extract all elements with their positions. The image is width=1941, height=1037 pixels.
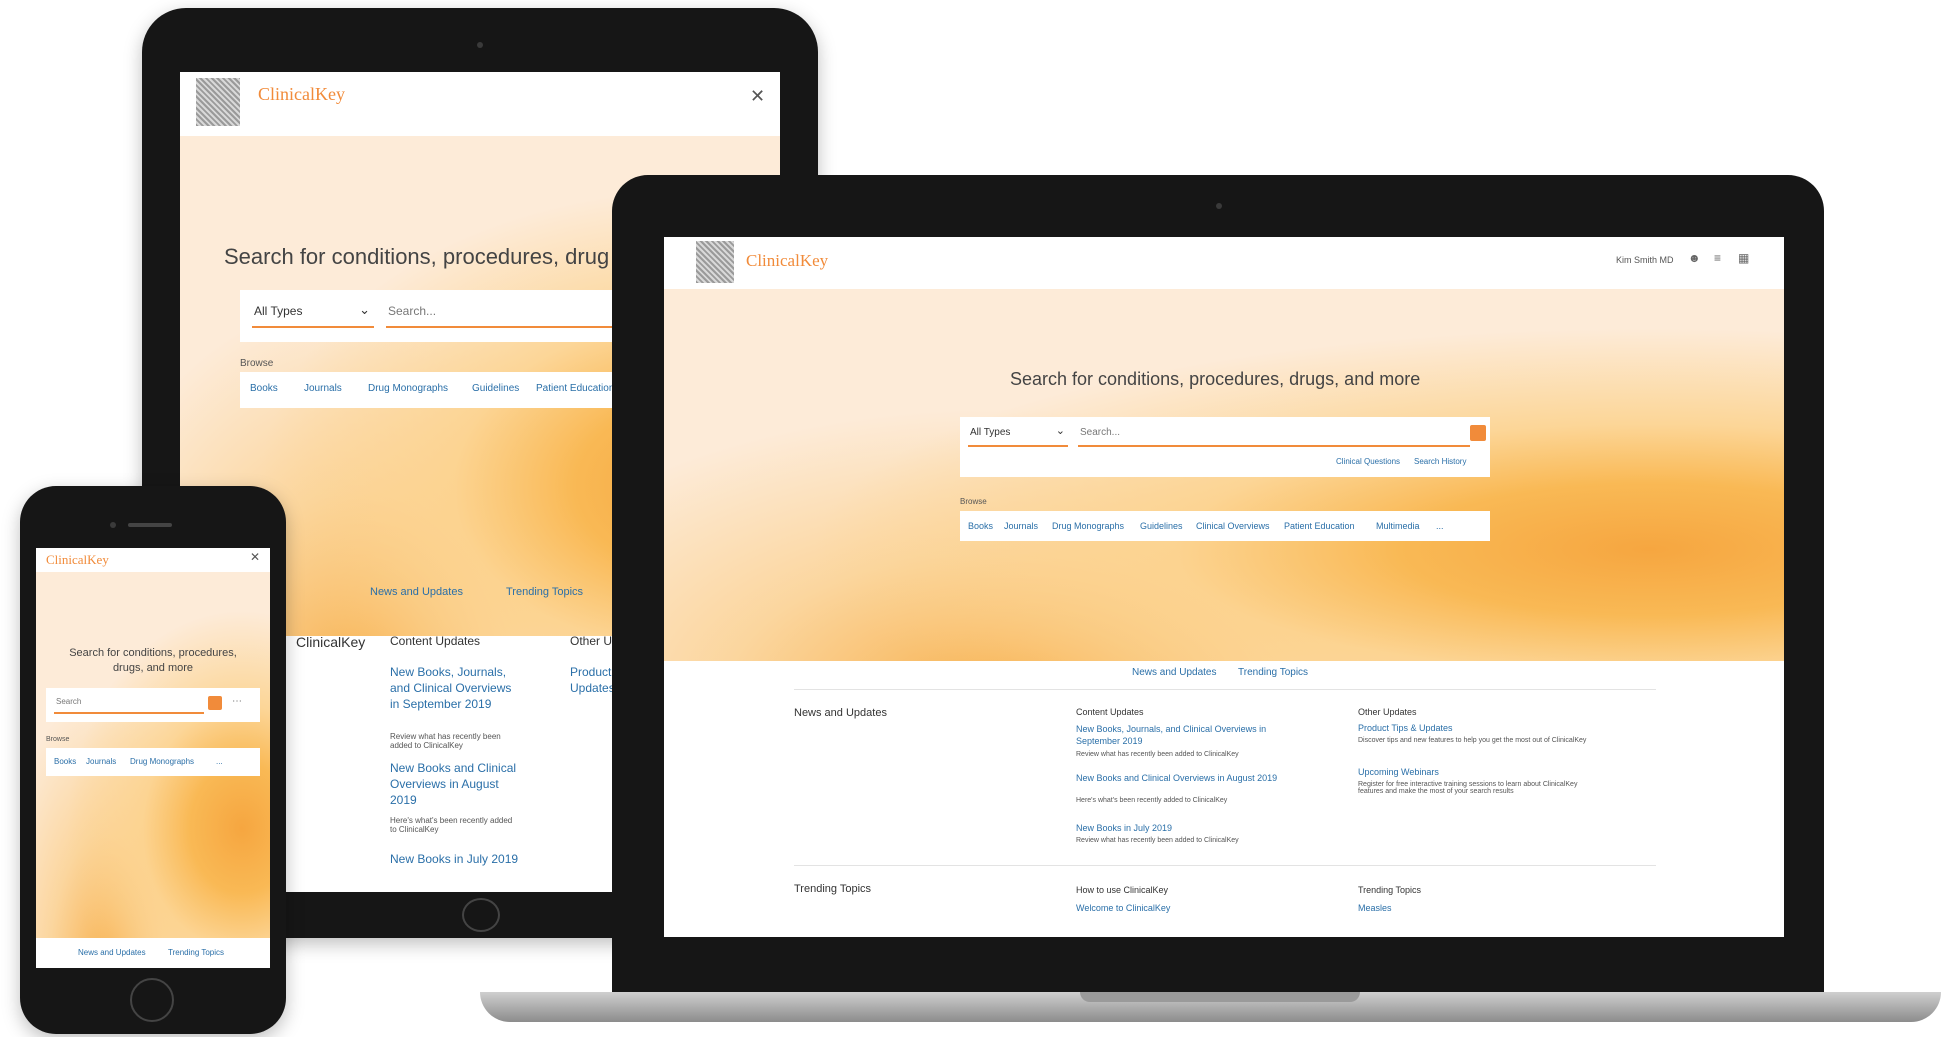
browse-link-drug-monographs[interactable]: Drug Monographs bbox=[1052, 521, 1124, 531]
laptop-notch bbox=[1080, 992, 1360, 1002]
how-to-title: How to use ClinicalKey bbox=[1076, 885, 1169, 895]
search-history-link[interactable]: Search History bbox=[1414, 457, 1466, 466]
laptop-device: ClinicalKey Kim Smith MD ☻ ≡ ▦ Search fo… bbox=[612, 175, 1824, 997]
type-select[interactable]: All Types ⌄ bbox=[968, 425, 1068, 447]
news-section-heading: News and Updates bbox=[794, 707, 887, 719]
browse-link-books[interactable]: Books bbox=[54, 757, 76, 766]
phone-screen: ClinicalKey ✕ Search for conditions, pro… bbox=[36, 548, 270, 968]
tablet-browse-label: Browse bbox=[240, 358, 274, 369]
phone-camera bbox=[110, 522, 116, 528]
welcome-link[interactable]: Welcome to ClinicalKey bbox=[1076, 903, 1170, 913]
tablet-news-desc-1: Review what has recently been added to C… bbox=[390, 732, 501, 750]
measles-link[interactable]: Measles bbox=[1358, 903, 1392, 913]
news-desc-3: Review what has recently been added to C… bbox=[1076, 837, 1239, 844]
divider bbox=[794, 865, 1656, 866]
chevron-down-icon: ⌄ bbox=[359, 302, 370, 317]
search-placeholder: Search... bbox=[388, 304, 437, 318]
brand-logo-text[interactable]: ClinicalKey bbox=[46, 552, 109, 568]
tab-news-and-updates[interactable]: News and Updates bbox=[1132, 667, 1217, 678]
grid-icon[interactable]: ▦ bbox=[1738, 251, 1749, 265]
browse-link-journals[interactable]: Journals bbox=[1004, 521, 1038, 531]
phone-browse-label: Browse bbox=[46, 736, 70, 743]
tablet-news-link-1[interactable]: New Books, Journals, and Clinical Overvi… bbox=[390, 664, 520, 712]
trending-topics-title: Trending Topics bbox=[1358, 885, 1422, 895]
phone-browse-bar: Books Journals Drug Monographs ... bbox=[46, 748, 260, 776]
phone-device: ClinicalKey ✕ Search for conditions, pro… bbox=[20, 486, 286, 1034]
header-user-name[interactable]: Kim Smith MD bbox=[1616, 255, 1674, 265]
search-input[interactable]: Search... bbox=[1078, 425, 1470, 447]
elsevier-logo bbox=[196, 78, 240, 126]
browse-link-multimedia[interactable]: Multimedia bbox=[1376, 521, 1420, 531]
browse-link-journals[interactable]: Journals bbox=[304, 383, 342, 394]
news-link-3[interactable]: New Books in July 2019 bbox=[1076, 823, 1172, 833]
laptop-search-panel: All Types ⌄ Search... Clinical Questions … bbox=[960, 417, 1490, 477]
laptop-screen: ClinicalKey Kim Smith MD ☻ ≡ ▦ Search fo… bbox=[664, 237, 1784, 937]
tab-trending-topics[interactable]: Trending Topics bbox=[1238, 667, 1308, 678]
clinical-questions-link[interactable]: Clinical Questions bbox=[1336, 457, 1400, 466]
laptop-browse-bar: Books Journals Drug Monographs Guideline… bbox=[960, 511, 1490, 541]
search-button[interactable] bbox=[1470, 425, 1486, 441]
elsevier-logo bbox=[696, 241, 734, 283]
news-desc-2: Here's what's been recently added to Cli… bbox=[1076, 797, 1228, 804]
chevron-down-icon: ⌄ bbox=[1055, 425, 1065, 437]
tab-trending-topics[interactable]: Trending Topics bbox=[506, 586, 583, 598]
other-link-1[interactable]: Product Tips & Updates bbox=[1358, 723, 1453, 733]
type-select-value: All Types bbox=[970, 427, 1011, 438]
close-icon[interactable]: ✕ bbox=[750, 86, 765, 107]
other-desc-1: Discover tips and new features to help y… bbox=[1358, 737, 1587, 744]
tablet-news-link-3[interactable]: New Books in July 2019 bbox=[390, 852, 518, 866]
tab-news-and-updates[interactable]: News and Updates bbox=[78, 948, 146, 957]
content-updates-title: Content Updates bbox=[1076, 707, 1144, 717]
browse-link-books[interactable]: Books bbox=[250, 383, 278, 394]
phone-speaker bbox=[128, 523, 172, 527]
browse-more-link[interactable]: ... bbox=[216, 757, 223, 766]
browse-link-drug-monographs[interactable]: Drug Monographs bbox=[368, 383, 448, 394]
search-button[interactable] bbox=[208, 696, 222, 710]
browse-more-link[interactable]: ... bbox=[1436, 521, 1444, 531]
tablet-camera bbox=[477, 42, 483, 48]
phone-hero-headline: Search for conditions, procedures, drugs… bbox=[69, 647, 237, 674]
browse-link-patient-education[interactable]: Patient Education bbox=[1284, 521, 1355, 531]
tablet-news-link-2[interactable]: New Books and Clinical Overviews in Augu… bbox=[390, 760, 520, 808]
news-link-2[interactable]: New Books and Clinical Overviews in Augu… bbox=[1076, 773, 1277, 783]
browse-link-patient-education[interactable]: Patient Education bbox=[536, 383, 614, 394]
browse-link-guidelines[interactable]: Guidelines bbox=[1140, 521, 1183, 531]
tablet-content-updates-title: Content Updates bbox=[390, 634, 481, 648]
brand-logo-text[interactable]: ClinicalKey bbox=[746, 251, 828, 271]
tab-news-and-updates[interactable]: News and Updates bbox=[370, 586, 463, 598]
browse-link-clinical-overviews[interactable]: Clinical Overviews bbox=[1196, 521, 1270, 531]
tablet-home-button[interactable] bbox=[462, 898, 500, 932]
divider bbox=[794, 689, 1656, 690]
type-select-value: All Types bbox=[254, 304, 303, 318]
tablet-news-desc-2: Here's what's been recently added to Cli… bbox=[390, 816, 513, 834]
phone-search-panel: Search ⋯ bbox=[46, 688, 260, 722]
laptop-hero-headline: Search for conditions, procedures, drugs… bbox=[1010, 369, 1421, 389]
tablet-hero-headline: Search for conditions, procedures, drug bbox=[224, 244, 610, 269]
browse-link-books[interactable]: Books bbox=[968, 521, 993, 531]
news-desc-1: Review what has recently been added to C… bbox=[1076, 751, 1239, 758]
trending-section-heading: Trending Topics bbox=[794, 883, 872, 895]
other-updates-title: Other Updates bbox=[1358, 707, 1417, 717]
laptop-browse-label: Browse bbox=[960, 497, 987, 506]
search-placeholder: Search bbox=[56, 697, 82, 706]
search-placeholder: Search... bbox=[1080, 427, 1121, 438]
user-icon[interactable]: ☻ bbox=[1688, 251, 1701, 265]
search-input[interactable]: Search bbox=[54, 696, 204, 714]
laptop-camera bbox=[1216, 203, 1222, 209]
tab-trending-topics[interactable]: Trending Topics bbox=[168, 948, 224, 957]
menu-icon[interactable]: ≡ bbox=[1714, 251, 1721, 265]
browse-link-drug-monographs[interactable]: Drug Monographs bbox=[130, 757, 194, 766]
browse-link-journals[interactable]: Journals bbox=[86, 757, 116, 766]
type-select[interactable]: All Types ⌄ bbox=[252, 302, 374, 328]
other-desc-2: Register for free interactive training s… bbox=[1358, 781, 1578, 795]
tablet-section-heading: ClinicalKey bbox=[296, 634, 366, 650]
other-link-2[interactable]: Upcoming Webinars bbox=[1358, 767, 1439, 777]
browse-link-guidelines[interactable]: Guidelines bbox=[472, 383, 519, 394]
news-link-1[interactable]: New Books, Journals, and Clinical Overvi… bbox=[1076, 723, 1276, 747]
close-icon[interactable]: ✕ bbox=[250, 550, 260, 564]
brand-logo-text[interactable]: ClinicalKey bbox=[258, 84, 345, 105]
more-options-icon[interactable]: ⋯ bbox=[232, 696, 242, 707]
phone-home-button[interactable] bbox=[130, 978, 174, 1022]
